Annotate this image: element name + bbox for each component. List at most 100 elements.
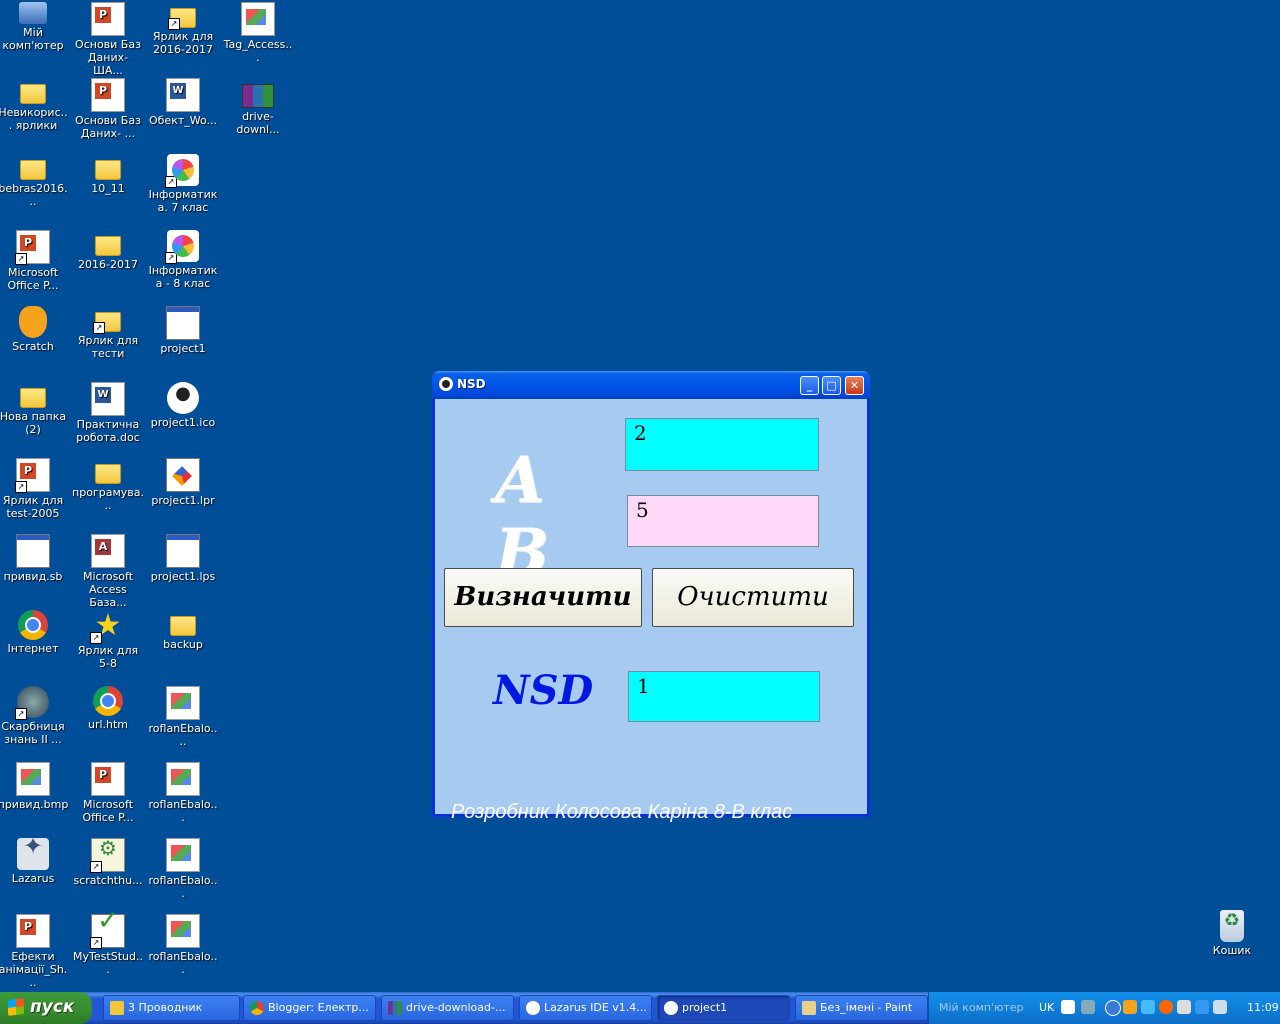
desktop-icon[interactable]: привид.bmp	[0, 762, 69, 811]
desktop-icon[interactable]: ↗ Скарбниця знань II ...	[0, 686, 69, 746]
desktop-icon-label: Основи Баз Даних- ША...	[75, 38, 141, 77]
desktop-icon[interactable]: roflanEbalo...	[147, 914, 219, 976]
task-blogger[interactable]: Blogger: Електр...	[243, 995, 376, 1021]
task-project1[interactable]: project1	[657, 995, 790, 1021]
language-indicator[interactable]: UK	[1039, 1001, 1054, 1014]
task-drive-download[interactable]: drive-download-...	[381, 995, 514, 1021]
desktop-icon-label: project1.lpr	[151, 494, 215, 507]
desktop-icon-label: Нова папка (2)	[0, 410, 67, 436]
tray-computer-label[interactable]: Мій комп'ютер	[939, 1001, 1024, 1014]
desktop-icon-label: Ярлик для 5-8	[77, 644, 139, 670]
desktop-icon[interactable]: Інтернет	[0, 610, 69, 655]
desktop-icon[interactable]: Практична робота.doc	[72, 382, 144, 444]
desktop-icon[interactable]: project1	[147, 306, 219, 355]
task-lazarus[interactable]: Lazarus IDE v1.4...	[519, 995, 652, 1021]
powerpoint-icon	[91, 78, 125, 112]
desktop-icon[interactable]: ↗ Ярлик для 2016-2017	[147, 2, 219, 56]
desktop-icon[interactable]: roflanEbalo....	[147, 686, 219, 748]
desktop-icon[interactable]: Ефекти анімації_Sh...	[0, 914, 69, 989]
desktop-icon[interactable]: Tag_Access...	[222, 2, 294, 64]
desktop-icon[interactable]: ↗ Ярлик для тести	[72, 306, 144, 360]
desktop-icon[interactable]: Microsoft Office P...	[72, 762, 144, 824]
help-icon[interactable]	[1061, 1000, 1075, 1014]
desktop-icon[interactable]: ↗Microsoft Office P...	[0, 230, 69, 292]
maximize-button[interactable]: □	[822, 376, 841, 395]
desktop-icon-label: Інтернет	[7, 642, 59, 655]
access-icon	[91, 534, 125, 568]
desktop-icon[interactable]: project1.ico	[147, 382, 219, 429]
tray-skype-icon[interactable]	[1141, 1000, 1155, 1014]
desktop-icon-label: project1.lps	[150, 570, 216, 583]
desktop-icon[interactable]: привид.sb	[0, 534, 69, 583]
result-field[interactable]: 1	[628, 671, 820, 722]
nsd-label: NSD	[493, 667, 594, 714]
desktop-icon[interactable]: ↗MyTestStud...	[72, 914, 144, 976]
start-button[interactable]: пуск	[0, 992, 92, 1024]
desktop-icon[interactable]: програмува...	[72, 458, 144, 512]
desktop-icon-label: привид.bmp	[0, 798, 69, 811]
task-explorer[interactable]: 3 Проводник	[103, 995, 240, 1021]
desktop-icon[interactable]: Scratch	[0, 306, 69, 353]
desktop-icon[interactable]: Основи Баз Даних- ...	[72, 78, 144, 140]
desktop-icon[interactable]: ↗scratchthu...	[72, 838, 144, 887]
close-button[interactable]: ✕	[845, 376, 864, 395]
desktop-icon[interactable]: ↗ Інформатика - 8 клас	[147, 230, 219, 290]
desktop-icon[interactable]: url.htm	[72, 686, 144, 731]
desktop-icon-label: Ефекти анімації_Sh...	[0, 950, 68, 989]
desktop-icon[interactable]: bebras2016...	[0, 154, 69, 208]
clear-button[interactable]: Очистити	[652, 568, 854, 627]
calculate-button[interactable]: Визначити	[444, 568, 642, 627]
tray-monitor-icon[interactable]	[1195, 1000, 1209, 1014]
tray-settings-icon[interactable]	[1177, 1000, 1191, 1014]
star-icon: ★ ↗	[90, 610, 124, 644]
nsd-window[interactable]: NSD _ □ ✕ A 2 B 5 Визначити Очистити NSD…	[432, 371, 870, 823]
paw-icon	[664, 1001, 678, 1015]
desktop-icon-label: Tag_Access...	[223, 38, 293, 64]
desktop-icon[interactable]: Microsoft Access База...	[72, 534, 144, 609]
desktop-icon[interactable]: Мій комп'ютер	[0, 2, 69, 52]
desktop-icon[interactable]: backup	[147, 610, 219, 651]
paint-icon	[802, 1001, 816, 1015]
desktop-icon-label: Невикорис... ярлики	[0, 106, 68, 132]
desktop-icon[interactable]: ★ ↗ Ярлик для 5-8	[72, 610, 144, 671]
tray-ok-icon[interactable]	[1159, 1000, 1173, 1014]
desktop-icon[interactable]: Кошик	[1196, 910, 1268, 957]
desktop-icon[interactable]: roflanEbalo...	[147, 838, 219, 900]
input-a-field[interactable]: 2	[625, 418, 819, 471]
word-icon	[166, 78, 200, 112]
desktop-icon[interactable]: ↗ Інформатика. 7 клас	[147, 154, 219, 214]
back-arrow-icon[interactable]	[1105, 1000, 1121, 1016]
desktop-icon-label: Основи Баз Даних- ...	[75, 114, 141, 140]
desktop-icon[interactable]: drive-downl...	[222, 78, 294, 136]
lazarus-icon	[17, 838, 49, 870]
shortcut-arrow-icon: ↗	[15, 253, 27, 265]
desktop-icon[interactable]: project1.lpr	[147, 458, 219, 507]
shortcut-arrow-icon: ↗	[93, 322, 105, 334]
desktop-icon[interactable]: 2016-2017	[72, 230, 144, 271]
window-titlebar[interactable]: NSD _ □ ✕	[432, 371, 870, 399]
input-b-field[interactable]: 5	[627, 495, 819, 547]
desktop-icon[interactable]: roflanEbalo...	[147, 762, 219, 824]
desktop-icon[interactable]: Нова папка (2)	[0, 382, 69, 436]
minimize-button[interactable]: _	[800, 376, 819, 395]
desktop-icon[interactable]: Lazarus	[0, 838, 69, 885]
volume-icon[interactable]	[1213, 1000, 1227, 1014]
test-icon: ↗	[15, 458, 50, 493]
desktop-icon-label: Scratch	[12, 340, 54, 353]
desktop-icon[interactable]: Невикорис... ярлики	[0, 78, 69, 132]
shortcut-arrow-icon: ↗	[15, 708, 27, 720]
desktop-icon[interactable]: project1.lps	[147, 534, 219, 583]
desktop-icon-label: roflanEbalo...	[148, 874, 218, 900]
desktop-icon-label: Microsoft Access База...	[82, 570, 134, 609]
network-icon[interactable]	[1081, 1000, 1095, 1014]
desktop-icon[interactable]: Обект_Wo...	[147, 78, 219, 127]
computer-icon	[19, 2, 47, 24]
desktop-icon[interactable]: Основи Баз Даних- ША...	[72, 2, 144, 77]
task-paint[interactable]: Без_імені - Paint	[795, 995, 928, 1021]
tray-app-icon[interactable]	[1123, 1000, 1137, 1014]
shortcut-arrow-icon: ↗	[90, 861, 102, 873]
start-label: пуск	[30, 997, 75, 1017]
desktop-icon[interactable]: ↗Ярлик для test-2005	[0, 458, 69, 520]
desktop-icon[interactable]: 10_11	[72, 154, 144, 195]
task-label: Lazarus IDE v1.4...	[544, 1001, 647, 1014]
